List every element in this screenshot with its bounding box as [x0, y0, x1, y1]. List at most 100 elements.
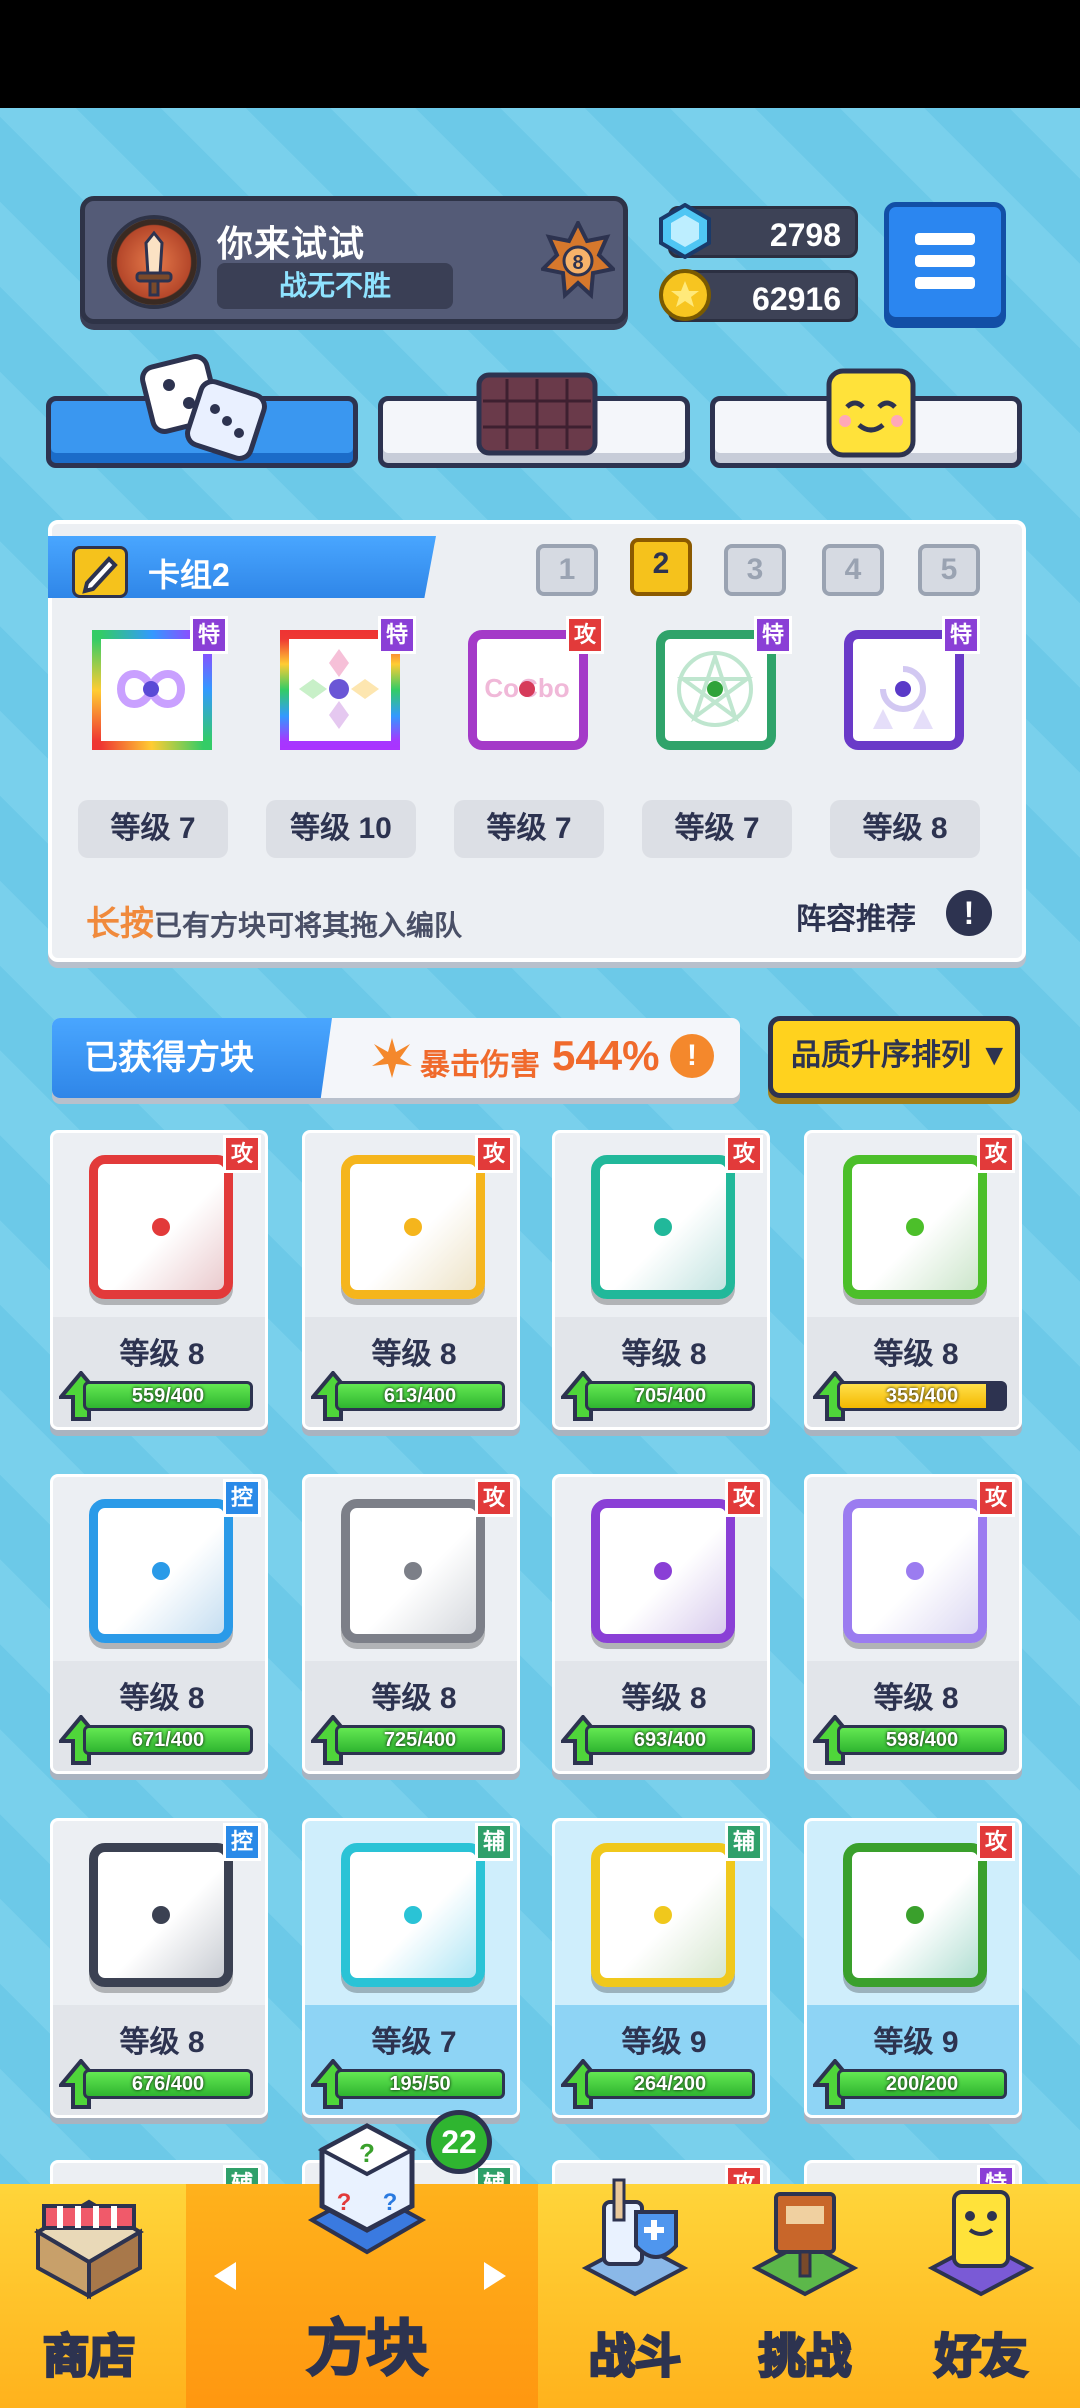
nav-battle[interactable]	[570, 2172, 700, 2302]
player-title: 战无不胜	[217, 263, 453, 309]
lineup-recommend-button[interactable]: 阵容推荐	[796, 894, 916, 938]
card-level: 等级 8	[621, 1682, 707, 1715]
deck-card-3-tag: 攻	[566, 616, 604, 654]
deck-card-4-tag: 特	[754, 616, 792, 654]
block-pip	[152, 1562, 170, 1580]
card-tag: 攻	[977, 1823, 1015, 1861]
card-tag: 控	[223, 1479, 261, 1517]
block-icon	[341, 1843, 485, 1987]
owned-card[interactable]: 攻等级 8 705/400	[552, 1130, 770, 1430]
tab-dice[interactable]	[46, 354, 358, 468]
block-pip	[906, 1906, 924, 1924]
card-level: 等级 8	[621, 1338, 707, 1371]
deck-card-1-tag: 特	[190, 616, 228, 654]
tab-board[interactable]	[378, 372, 690, 468]
gem-value: 2798	[769, 217, 841, 253]
deck-tab-3[interactable]: 3	[724, 544, 786, 596]
card-progress-text: 725/400	[383, 1729, 457, 1751]
nav-challenge[interactable]	[740, 2172, 870, 2302]
deck-tab-1[interactable]: 1	[536, 544, 598, 596]
gold-value: 62916	[752, 281, 841, 317]
deck-card-3[interactable]: CoCbo 攻	[450, 616, 604, 766]
block-icon	[843, 1843, 987, 1987]
owned-card[interactable]: 攻等级 8 613/400	[302, 1130, 520, 1430]
owned-card[interactable]: 辅等级 9 264/200	[552, 1818, 770, 2118]
deck-card-5[interactable]: 特	[826, 616, 980, 766]
owned-card[interactable]: 攻等级 9 200/200	[804, 1818, 1022, 2118]
nav-friends[interactable]	[916, 2172, 1046, 2302]
deck-card-5-tag: 特	[942, 616, 980, 654]
deck-card-4[interactable]: 特	[638, 616, 792, 766]
nav-next-arrow[interactable]	[484, 2262, 506, 2290]
deck-card-2-level: 等级 10	[266, 800, 416, 858]
deck-card-1[interactable]: 特	[74, 616, 228, 766]
card-level: 等级 8	[371, 1682, 457, 1715]
svg-text:?: ?	[337, 2189, 352, 2216]
owned-card[interactable]: 攻等级 8 559/400	[50, 1130, 268, 1430]
card-progress-text: 613/400	[383, 1385, 457, 1407]
nav-prev-arrow[interactable]	[214, 2262, 236, 2290]
block-icon	[341, 1155, 485, 1299]
card-level: 等级 8	[873, 1682, 959, 1715]
info-icon[interactable]: !	[946, 890, 992, 936]
nav-shop[interactable]	[24, 2172, 154, 2302]
block-pip	[404, 1218, 422, 1236]
card-progress-text: 598/400	[885, 1729, 959, 1751]
svg-text:?: ?	[359, 2138, 375, 2168]
shop-icon	[34, 2199, 144, 2300]
card-tag: 攻	[977, 1135, 1015, 1173]
card-progress-bar: 671/400	[83, 1725, 253, 1755]
tab-emoji[interactable]	[710, 368, 1022, 468]
menu-icon	[915, 233, 975, 245]
sort-dropdown[interactable]: 品质升序排列 ▼	[768, 1016, 1020, 1098]
card-progress-bar: 613/400	[335, 1381, 505, 1411]
drag-hint: 长按已有方块可将其拖入编队	[86, 896, 462, 945]
card-progress-text: 195/50	[389, 2073, 451, 2095]
block-pip	[404, 1562, 422, 1580]
block-pip	[404, 1906, 422, 1924]
deck-card-2[interactable]: 特	[262, 616, 416, 766]
player-profile[interactable]: 你来试试 战无不胜 8	[80, 196, 628, 324]
block-pip	[152, 1906, 170, 1924]
avatar	[107, 215, 201, 309]
owned-card[interactable]: 攻等级 8 355/400	[804, 1130, 1022, 1430]
crit-damage-label: 暴击伤害	[420, 1049, 540, 1082]
owned-card[interactable]: 辅等级 7 195/50	[302, 1818, 520, 2118]
menu-button[interactable]	[884, 202, 1006, 322]
gold-counter[interactable]: 62916	[659, 269, 858, 322]
card-progress-bar: 725/400	[335, 1725, 505, 1755]
block-icon	[89, 1155, 233, 1299]
card-progress-text: 200/200	[885, 2073, 959, 2095]
deck-tab-5[interactable]: 5	[918, 544, 980, 596]
gem-counter[interactable]: 2798	[659, 203, 858, 259]
block-icon	[591, 1499, 735, 1643]
owned-card[interactable]: 攻等级 8 598/400	[804, 1474, 1022, 1774]
block-pip	[654, 1562, 672, 1580]
card-tag: 攻	[223, 1135, 261, 1173]
card-progress-bar: 264/200	[585, 2069, 755, 2099]
dice-icon	[140, 354, 267, 461]
card-level: 等级 9	[621, 2026, 707, 2059]
card-level: 等级 8	[873, 1338, 959, 1371]
card-level: 等级 8	[119, 1338, 205, 1371]
crit-info-icon[interactable]: !	[670, 1034, 714, 1078]
owned-card[interactable]: 控等级 8 676/400	[50, 1818, 268, 2118]
dots-block-icon	[299, 649, 379, 729]
deck-tab-4[interactable]: 4	[822, 544, 884, 596]
block-icon	[591, 1155, 735, 1299]
deck-tab-2[interactable]: 2	[630, 538, 692, 596]
rank-badge: 8	[538, 218, 618, 307]
mystery-dice-icon: ? ? ?	[307, 2123, 427, 2255]
edit-deck-button[interactable]	[72, 546, 128, 598]
card-level: 等级 7	[371, 2026, 457, 2059]
card-progress-bar: 693/400	[585, 1725, 755, 1755]
card-progress-text: 671/400	[131, 1729, 205, 1751]
card-level: 等级 8	[119, 1682, 205, 1715]
owned-card[interactable]: 攻等级 8 693/400	[552, 1474, 770, 1774]
owned-card[interactable]: 攻等级 8 725/400	[302, 1474, 520, 1774]
card-progress-bar: 676/400	[83, 2069, 253, 2099]
rank-number: 8	[572, 252, 583, 274]
crit-damage-value: 544%	[552, 1032, 660, 1079]
owned-header: 已获得方块 暴击伤害 544% !	[52, 1018, 740, 1098]
owned-card[interactable]: 控等级 8 671/400	[50, 1474, 268, 1774]
